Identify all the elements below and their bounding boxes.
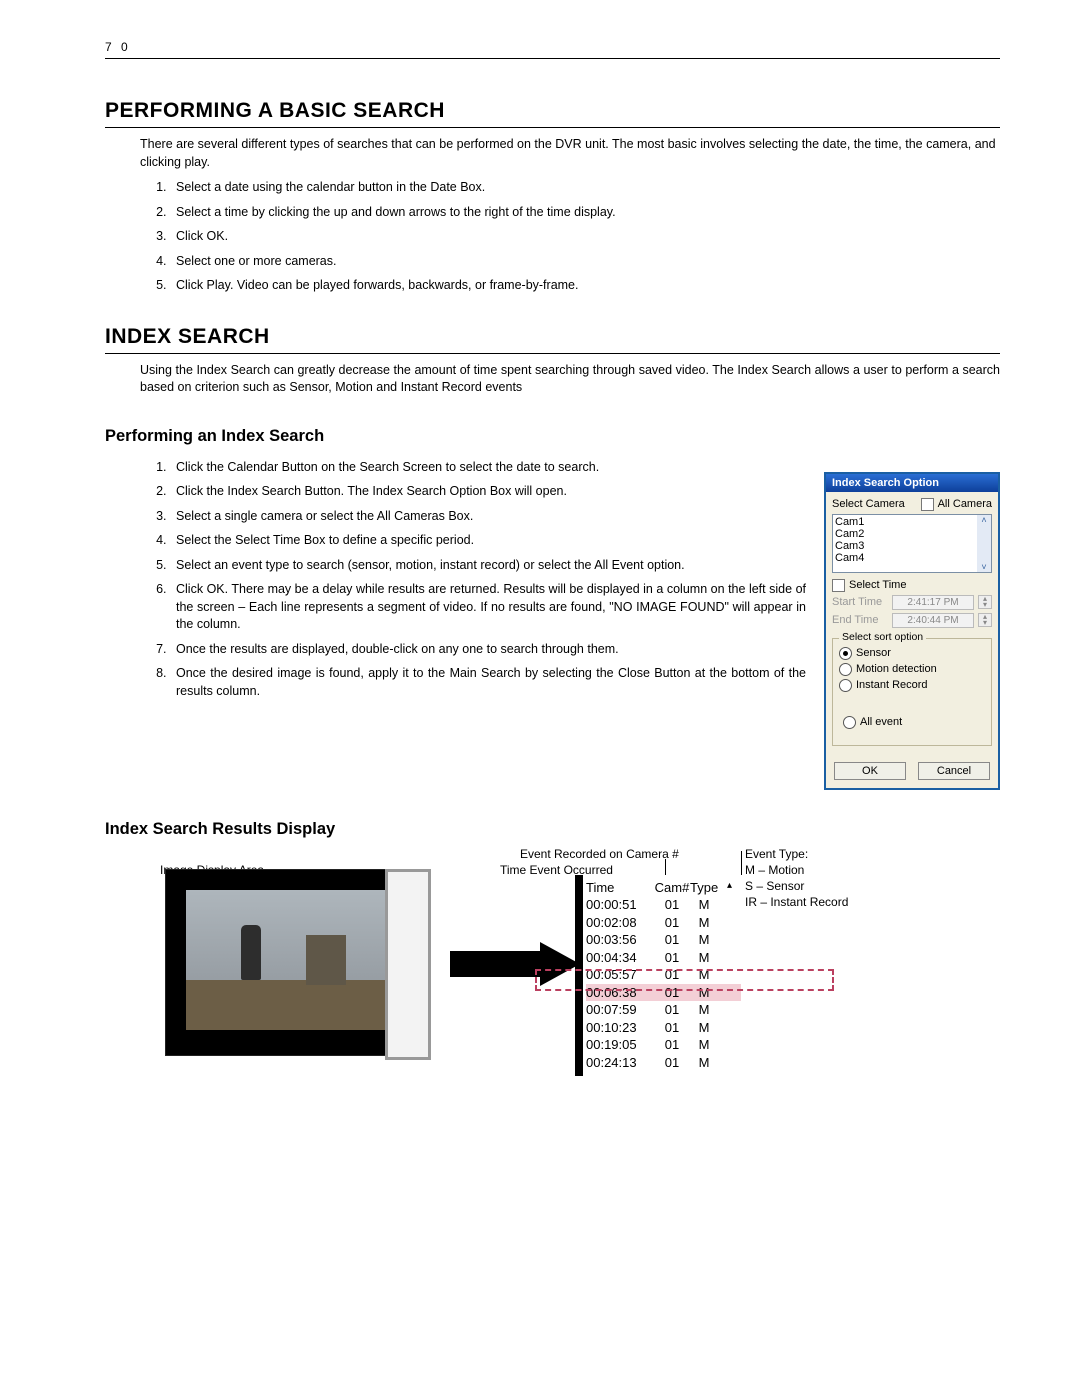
- list-item: Click OK.: [170, 228, 1000, 246]
- end-time-spinner[interactable]: ▴▾: [978, 613, 992, 627]
- col-time: Time: [586, 879, 654, 897]
- list-item: Select a date using the calendar button …: [170, 179, 1000, 197]
- page-number: 7 0: [105, 40, 1000, 54]
- camera-option[interactable]: Cam2: [835, 528, 989, 540]
- heading-performing-index: Performing an Index Search: [105, 427, 1000, 446]
- table-row[interactable]: 00:00:5101M: [586, 896, 741, 914]
- event-type-ir-label: IR – Instant Record: [745, 895, 848, 909]
- camera-option[interactable]: Cam4: [835, 552, 989, 564]
- event-type-motion-label: M – Motion: [745, 863, 804, 877]
- radio-motion[interactable]: [839, 663, 852, 676]
- end-time-input[interactable]: 2:40:44 PM: [892, 613, 974, 628]
- scroll-up-icon[interactable]: ˄: [981, 515, 986, 525]
- list-item: Once the desired image is found, apply i…: [170, 665, 806, 700]
- select-camera-label: Select Camera: [832, 498, 905, 510]
- sort-sensor-label: Sensor: [856, 647, 891, 659]
- results-list-thumbnail: [385, 869, 431, 1060]
- index-steps-list: Click the Calendar Button on the Search …: [140, 459, 806, 701]
- cancel-button[interactable]: Cancel: [918, 762, 990, 780]
- table-row[interactable]: 00:06:3801M: [586, 984, 741, 1002]
- sort-option-group: Select sort option Sensor Motion detecti…: [832, 638, 992, 746]
- heading-basic-search: PERFORMING A BASIC SEARCH: [105, 99, 1000, 128]
- list-item: Select the Select Time Box to define a s…: [170, 532, 806, 550]
- table-row[interactable]: 00:04:3401M: [586, 949, 741, 967]
- radio-all-event[interactable]: [843, 716, 856, 729]
- start-time-spinner[interactable]: ▴▾: [978, 595, 992, 609]
- dialog-title: Index Search Option: [826, 474, 998, 492]
- index-intro: Using the Index Search can greatly decre…: [140, 362, 1000, 397]
- event-type-header-label: Event Type:: [745, 847, 808, 861]
- scroll-down-icon[interactable]: ˅: [981, 562, 986, 572]
- table-row[interactable]: 00:02:0801M: [586, 914, 741, 932]
- event-type-sensor-label: S – Sensor: [745, 879, 804, 893]
- table-row[interactable]: 00:03:5601M: [586, 931, 741, 949]
- list-item: Click Play. Video can be played forwards…: [170, 277, 1000, 295]
- all-camera-checkbox[interactable]: [921, 498, 934, 511]
- sort-motion-label: Motion detection: [856, 663, 937, 675]
- all-camera-label: All Camera: [938, 498, 992, 510]
- select-time-checkbox[interactable]: [832, 579, 845, 592]
- index-section-row: Click the Calendar Button on the Search …: [105, 452, 1000, 790]
- table-row[interactable]: 00:05:5701M: [586, 966, 741, 984]
- radio-sensor[interactable]: [839, 647, 852, 660]
- results-table: Time Cam# Type ▴ 00:00:5101M00:02:0801M0…: [575, 875, 744, 1076]
- table-row[interactable]: 00:10:2301M: [586, 1019, 741, 1037]
- list-item: Select one or more cameras.: [170, 253, 1000, 271]
- heading-results-display: Index Search Results Display: [105, 820, 1000, 839]
- sort-up-icon[interactable]: ▴: [720, 879, 732, 897]
- list-item: Click OK. There may be a delay while res…: [170, 581, 806, 634]
- results-display-figure: Image Display Area Event Recorded on Cam…: [105, 847, 1000, 1077]
- scrollbar[interactable]: ˄ ˅: [977, 515, 991, 572]
- header-rule: [105, 58, 1000, 59]
- col-type: Type: [690, 879, 720, 897]
- all-event-label: All event: [860, 716, 902, 728]
- camera-option[interactable]: Cam3: [835, 540, 989, 552]
- list-item: Once the results are displayed, double-c…: [170, 641, 806, 659]
- event-recorded-camera-label: Event Recorded on Camera #: [520, 847, 679, 861]
- basic-steps-list: Select a date using the calendar button …: [140, 179, 1000, 295]
- list-item: Select a single camera or select the All…: [170, 508, 806, 526]
- end-time-label: End Time: [832, 614, 878, 626]
- list-item: Select an event type to search (sensor, …: [170, 557, 806, 575]
- basic-intro: There are several different types of sea…: [140, 136, 1000, 171]
- radio-instant[interactable]: [839, 679, 852, 692]
- table-row[interactable]: 00:24:1301M: [586, 1054, 741, 1072]
- table-row[interactable]: 00:19:0501M: [586, 1036, 741, 1054]
- start-time-label: Start Time: [832, 596, 882, 608]
- camera-option[interactable]: Cam1: [835, 516, 989, 528]
- ok-button[interactable]: OK: [834, 762, 906, 780]
- arrow-icon: [450, 942, 580, 986]
- camera-listbox[interactable]: Cam1Cam2Cam3Cam4 ˄ ˅: [832, 514, 992, 573]
- sort-instant-label: Instant Record: [856, 679, 928, 691]
- list-item: Click the Calendar Button on the Search …: [170, 459, 806, 477]
- table-row[interactable]: 00:07:5901M: [586, 1001, 741, 1019]
- sort-option-label: Select sort option: [839, 631, 926, 643]
- select-time-label: Select Time: [849, 579, 906, 591]
- list-item: Click the Index Search Button. The Index…: [170, 483, 806, 501]
- document-page: 7 0 PERFORMING A BASIC SEARCH There are …: [0, 0, 1080, 1157]
- list-item: Select a time by clicking the up and dow…: [170, 204, 1000, 222]
- index-search-option-dialog: Index Search Option Select Camera All Ca…: [824, 472, 1000, 790]
- col-cam: Cam#: [654, 879, 690, 897]
- heading-index-search: INDEX SEARCH: [105, 325, 1000, 354]
- start-time-input[interactable]: 2:41:17 PM: [892, 595, 974, 610]
